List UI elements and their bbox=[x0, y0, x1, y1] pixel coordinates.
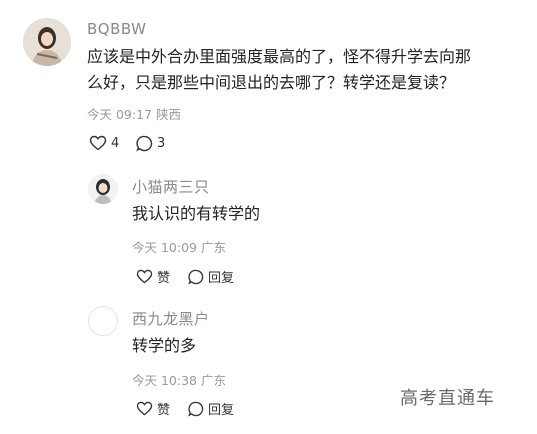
reply-content: 我认识的有转学的 bbox=[132, 204, 261, 223]
reply-location: 广东 bbox=[200, 240, 226, 255]
reply-time: 今天 10:09 bbox=[132, 240, 197, 255]
comment-icon bbox=[188, 401, 204, 417]
reply-reply-button[interactable]: 回复 bbox=[188, 399, 234, 418]
post-like-count: 4 bbox=[111, 135, 120, 151]
reply-like-label: 赞 bbox=[157, 271, 171, 286]
post-content-line2: 么好，只是那些中间退出的去哪了？转学还是复读？ bbox=[87, 73, 456, 92]
post-username[interactable]: BQBBW bbox=[87, 20, 146, 38]
reply-username[interactable]: 西九龙黑户 bbox=[132, 308, 210, 329]
comment-icon bbox=[136, 135, 153, 152]
reply-reply-label: 回复 bbox=[208, 403, 235, 418]
post-meta: 今天 09:17 陕西 bbox=[87, 104, 181, 123]
heart-icon bbox=[136, 269, 153, 284]
post-comment-button[interactable]: 3 bbox=[136, 135, 165, 152]
comment-icon bbox=[188, 269, 204, 285]
reply-like-label: 赞 bbox=[157, 403, 171, 418]
post-like-button[interactable]: 4 bbox=[89, 135, 119, 151]
avatar-photo bbox=[88, 174, 118, 204]
post-location: 陕西 bbox=[155, 107, 181, 122]
reply-reply-label: 回复 bbox=[208, 271, 235, 286]
reply-meta: 今天 10:09 广东 bbox=[132, 237, 226, 256]
post-comment-count: 3 bbox=[157, 136, 166, 151]
post-avatar[interactable] bbox=[23, 18, 71, 66]
reply-avatar[interactable] bbox=[88, 306, 118, 336]
avatar-photo bbox=[23, 18, 71, 66]
reply-time: 今天 10:38 bbox=[132, 373, 197, 388]
heart-icon bbox=[89, 135, 107, 151]
reply-username[interactable]: 小猫两三只 bbox=[132, 176, 210, 197]
heart-icon bbox=[136, 401, 153, 416]
watermark: 高考直通车 bbox=[400, 388, 495, 409]
reply-content: 转学的多 bbox=[132, 336, 197, 355]
post-content-line1: 应该是中外合办里面强度最高的了，怪不得升学去向那 bbox=[87, 47, 472, 66]
reply-like-button[interactable]: 赞 bbox=[136, 267, 170, 286]
reply-avatar[interactable] bbox=[88, 174, 118, 204]
reply-reply-button[interactable]: 回复 bbox=[188, 267, 234, 286]
reply-like-button[interactable]: 赞 bbox=[136, 399, 170, 418]
reply-location: 广东 bbox=[200, 373, 226, 388]
post-time: 今天 09:17 bbox=[87, 107, 152, 122]
reply-meta: 今天 10:38 广东 bbox=[132, 370, 226, 389]
